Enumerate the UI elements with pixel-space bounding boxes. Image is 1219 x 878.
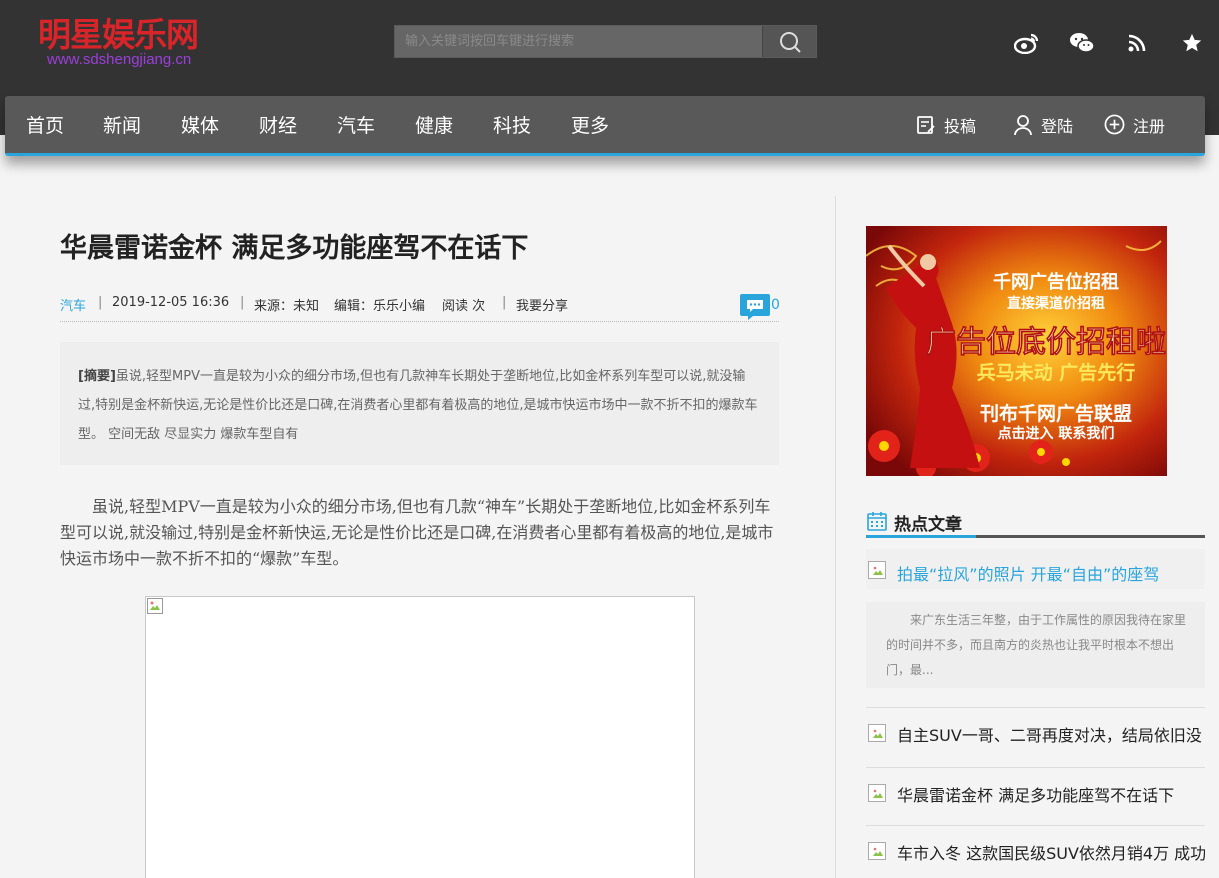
register-button[interactable]: 注册 (1104, 96, 1165, 153)
nav-item-finance[interactable]: 财经 (259, 96, 297, 153)
meta-separator: | (98, 295, 103, 310)
ad-line-6: 点击进入 联系我们 (998, 425, 1115, 442)
broken-image-icon (873, 789, 883, 798)
article-meta: 汽车 | 2019-12-05 16:36 | 来源：未知 编辑：乐乐小编 阅读… (60, 293, 780, 322)
broken-image-icon (873, 566, 883, 575)
share-link[interactable]: 我要分享 (516, 295, 568, 314)
ad-line-1: 千网广告位招租 (993, 271, 1119, 293)
search-box (394, 25, 817, 58)
article-thumbnail (868, 842, 886, 860)
article-editor: 编辑：乐乐小编 (334, 299, 426, 314)
featured-article-title: 拍最“拉风”的照片 开最“自由”的座驾 (897, 565, 1160, 584)
broken-image-icon (873, 729, 883, 738)
search-input[interactable] (395, 26, 762, 57)
article-thumbnail (868, 784, 886, 802)
nav-item-auto[interactable]: 汽车 (337, 96, 375, 153)
summary-text: 虽说,轻型MPV一直是较为小众的细分市场,但也有几款神车长期处于垄断地位,比如金… (78, 369, 758, 442)
article-image (145, 596, 695, 878)
ad-banner[interactable]: 千网广告位招租 直接渠道价招租 广告位底价招租啦 兵马未动 广告先行 刊布千网广… (866, 226, 1167, 476)
ad-line-3: 广告位底价招租啦 (926, 325, 1166, 360)
comment-count: 0 (771, 297, 780, 313)
site-logo[interactable]: 明星娱乐网 www.sdshengjiang.cn (38, 8, 228, 68)
ad-line-4: 兵马未动 广告先行 (977, 361, 1136, 384)
edit-note-icon (917, 115, 935, 134)
article-category[interactable]: 汽车 (60, 295, 86, 314)
article-date: 2019-12-05 16:36 (112, 295, 230, 310)
nav-item-more[interactable]: 更多 (571, 96, 609, 153)
comment-button[interactable]: 0 (740, 293, 780, 321)
nav-item-news[interactable]: 新闻 (103, 96, 141, 153)
weibo-icon[interactable] (1014, 30, 1040, 56)
login-label: 登陆 (1041, 116, 1074, 136)
meta-separator: | (240, 295, 245, 310)
article-source: 来源：未知 (254, 299, 320, 314)
comment-icon (740, 294, 770, 320)
list-item[interactable]: 华晨雷诺金杯 满足多功能座驾不在话下 (866, 767, 1205, 824)
register-label: 注册 (1133, 116, 1166, 136)
submit-button[interactable]: 投稿 (916, 96, 976, 153)
article-reads: 阅读 次 (442, 299, 486, 314)
article-title: 华晨雷诺金杯 满足多功能座驾不在话下 (60, 233, 529, 264)
article-body: 虽说,轻型MPV一直是较为小众的细分市场,但也有几款“神车”长期处于垄断地位,比… (60, 497, 774, 568)
search-button[interactable] (762, 26, 816, 57)
user-icon (1014, 114, 1032, 135)
summary-label: [摘要] (78, 369, 116, 384)
list-item[interactable]: 自主SUV一哥、二哥再度对决，结局依旧没 (866, 707, 1205, 764)
hot-articles-header: 热点文章 (866, 506, 1205, 538)
main-nav: 首页 新闻 媒体 财经 汽车 健康 科技 更多 投稿 登陆 注册 (5, 96, 1205, 156)
nav-item-tech[interactable]: 科技 (493, 96, 531, 153)
logo-url: www.sdshengjiang.cn (47, 51, 192, 68)
hot-articles-title: 热点文章 (894, 515, 962, 535)
nav-item-media[interactable]: 媒体 (181, 96, 219, 153)
meta-separator: | (502, 295, 507, 310)
list-item[interactable]: 车市入冬 这款国民级SUV依然月销4万 成功 (866, 825, 1205, 878)
featured-article-excerpt: 来广东生活三年整，由于工作属性的原因我待在家里的时间并不多，而且南方的炎热也让我… (866, 602, 1205, 688)
nav-item-home[interactable]: 首页 (26, 96, 64, 153)
article-thumbnail (868, 724, 886, 742)
wechat-icon[interactable] (1069, 30, 1095, 56)
column-divider (835, 196, 836, 878)
login-button[interactable]: 登陆 (1013, 96, 1073, 153)
calendar-icon (867, 512, 887, 531)
ad-line-5: 刊布千网广告联盟 (980, 402, 1132, 425)
list-item-title: 华晨雷诺金杯 满足多功能座驾不在话下 (897, 786, 1175, 805)
ad-line-2: 直接渠道价招租 (1007, 295, 1105, 312)
ad-graphic: 千网广告位招租 直接渠道价招租 广告位底价招租啦 兵马未动 广告先行 刊布千网广… (866, 226, 1167, 476)
plus-circle-icon (1104, 114, 1125, 135)
logo-title: 明星娱乐网 (38, 15, 199, 54)
star-icon[interactable] (1179, 30, 1205, 56)
featured-article[interactable]: 拍最“拉风”的照片 开最“自由”的座驾 (866, 549, 1205, 589)
submit-label: 投稿 (944, 116, 977, 136)
rss-icon[interactable] (1124, 30, 1150, 56)
article-summary: [摘要]虽说,轻型MPV一直是较为小众的细分市场,但也有几款神车长期处于垄断地位… (60, 342, 779, 465)
list-item-title: 自主SUV一哥、二哥再度对决，结局依旧没 (897, 726, 1202, 745)
nav-item-health[interactable]: 健康 (415, 96, 453, 153)
broken-image-icon (147, 598, 163, 614)
article-thumbnail (868, 561, 886, 579)
list-item-title: 车市入冬 这款国民级SUV依然月销4万 成功 (897, 844, 1205, 863)
broken-image-icon (873, 847, 883, 856)
search-icon (779, 31, 801, 53)
header-accent (866, 535, 976, 538)
